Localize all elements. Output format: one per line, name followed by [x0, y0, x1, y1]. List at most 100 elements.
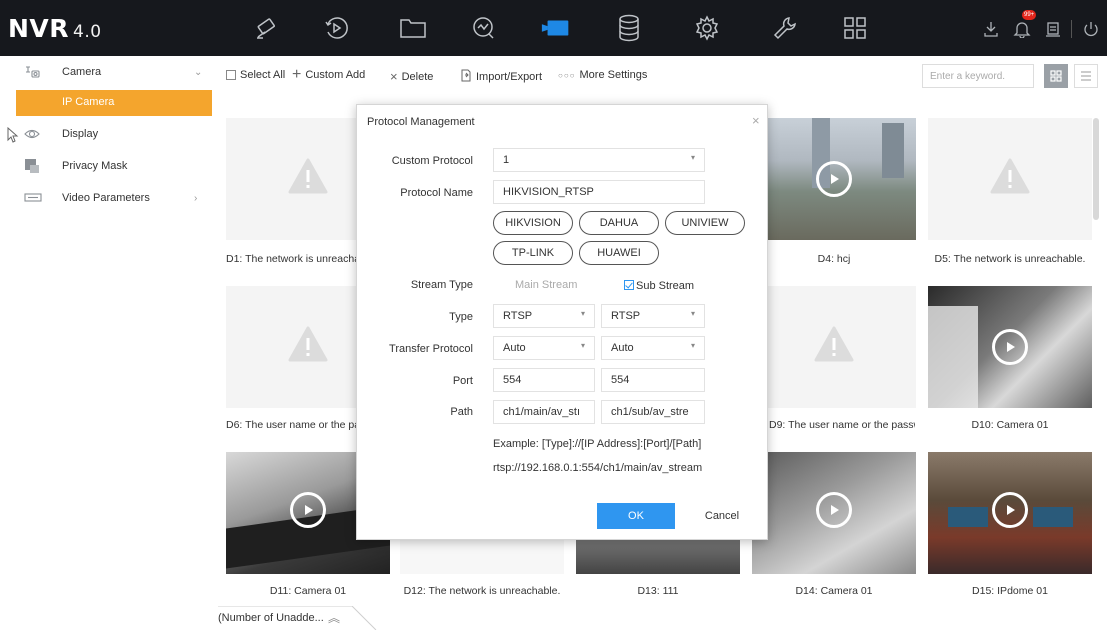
- sidebar-item-privacy-mask[interactable]: Privacy Mask: [0, 154, 218, 178]
- monitor-shape: [948, 507, 988, 527]
- more-settings-label: More Settings: [579, 69, 648, 81]
- live-view-icon[interactable]: [250, 12, 284, 44]
- chevron-down-icon: ⌄: [194, 66, 203, 78]
- notification-bell-icon[interactable]: [1013, 20, 1031, 39]
- path-sub-input[interactable]: ch1/sub/av_stre: [601, 400, 705, 424]
- custom-add-label: Custom Add: [305, 69, 366, 81]
- sidebar-item-label: Privacy Mask: [62, 160, 128, 172]
- port-label: Port: [452, 375, 473, 387]
- toolbar: Select All + Custom Add × Delete Import/…: [218, 56, 1107, 96]
- protocol-management-dialog: Protocol Management × Custom Protocol 1 …: [356, 104, 768, 540]
- maintenance-icon[interactable]: [768, 12, 802, 44]
- camera-icon[interactable]: [540, 12, 574, 44]
- chevron-down-icon: ▾: [690, 341, 695, 350]
- sidebar-item-display[interactable]: Display: [0, 122, 218, 146]
- sidebar-item-camera[interactable]: Camera ⌄: [0, 60, 218, 84]
- more-settings-button[interactable]: ○○○ More Settings: [558, 69, 647, 81]
- select-all-label: Select All: [240, 69, 286, 81]
- dialog-title: Protocol Management: [367, 116, 475, 128]
- custom-protocol-label: Custom Protocol: [391, 155, 473, 167]
- download-icon[interactable]: [982, 20, 1000, 38]
- sub-stream-checkbox[interactable]: Sub Stream: [624, 279, 694, 292]
- play-icon[interactable]: [290, 492, 326, 528]
- chevron-down-icon: ▾: [580, 341, 585, 350]
- camera-tile-d14[interactable]: [752, 452, 916, 574]
- camera-label: D13: 111: [637, 585, 679, 597]
- type-main-value: RTSP: [503, 310, 533, 322]
- power-icon[interactable]: [1082, 20, 1100, 38]
- ok-button[interactable]: OK: [597, 503, 675, 529]
- import-export-button[interactable]: Import/Export: [460, 69, 542, 85]
- chevron-down-icon: ▾: [580, 309, 585, 318]
- protocol-name-label: Protocol Name: [400, 187, 473, 199]
- camera-label: D9: The user name or the password is inc…: [769, 419, 915, 431]
- play-icon[interactable]: [992, 492, 1028, 528]
- search-input[interactable]: Enter a keyword.: [922, 64, 1034, 88]
- camera-label: D5: The network is unreachable.: [934, 253, 1086, 265]
- preset-tplink-button[interactable]: TP-LINK: [493, 241, 573, 265]
- example-format-text: Example: [Type]://[IP Address]:[Port]/[P…: [493, 438, 702, 450]
- warning-icon: [990, 158, 1030, 194]
- type-sub-select[interactable]: RTSP ▾: [601, 304, 705, 328]
- plus-icon: +: [292, 66, 302, 83]
- protocol-name-input[interactable]: HIKVISION_RTSP: [493, 180, 705, 204]
- port-sub-input[interactable]: 554: [601, 368, 705, 392]
- video-parameters-icon: [24, 190, 42, 206]
- type-sub-value: RTSP: [611, 310, 641, 322]
- camera-tile-d10[interactable]: [928, 286, 1092, 408]
- preset-dahua-button[interactable]: DAHUA: [579, 211, 659, 235]
- camera-icon: [24, 64, 40, 80]
- notification-badge: 99+: [1022, 10, 1037, 20]
- camera-label: D14: Camera 01: [795, 585, 873, 597]
- menu-icon[interactable]: [838, 12, 872, 44]
- scene-shape: [928, 306, 978, 408]
- preset-uniview-button[interactable]: UNIVIEW: [665, 211, 745, 235]
- warning-icon: [288, 158, 328, 194]
- camera-tile-d5[interactable]: [928, 118, 1092, 240]
- smart-analysis-icon[interactable]: [466, 12, 500, 44]
- cancel-button[interactable]: Cancel: [683, 503, 761, 529]
- delete-button[interactable]: × Delete: [390, 69, 433, 84]
- checkbox-checked-icon[interactable]: [624, 280, 634, 290]
- transfer-main-select[interactable]: Auto ▾: [493, 336, 595, 360]
- custom-protocol-select[interactable]: 1 ▾: [493, 148, 705, 172]
- camera-tile-d4[interactable]: [752, 118, 916, 240]
- main-stream-option[interactable]: Main Stream: [515, 279, 577, 291]
- unadded-devices-tab[interactable]: (Number of Unadde... ︽: [218, 606, 378, 630]
- sidebar-item-ip-camera[interactable]: IP Camera: [16, 90, 212, 116]
- nvr-logo: NVR 4.0: [8, 14, 102, 43]
- type-label: Type: [449, 311, 473, 323]
- file-management-icon[interactable]: [396, 12, 430, 44]
- checkbox-box[interactable]: [226, 70, 236, 80]
- playback-icon[interactable]: [319, 12, 353, 44]
- preset-hikvision-button[interactable]: HIKVISION: [493, 211, 573, 235]
- camera-tile-d9[interactable]: [752, 286, 916, 408]
- camera-label: D6: The user name or the password is inc…: [226, 419, 356, 431]
- warning-icon: [814, 326, 854, 362]
- grid-view-button[interactable]: [1044, 64, 1068, 88]
- type-main-select[interactable]: RTSP ▾: [493, 304, 595, 328]
- close-icon: ×: [390, 69, 398, 84]
- configuration-icon[interactable]: [690, 12, 724, 44]
- play-icon[interactable]: [816, 161, 852, 197]
- port-main-input[interactable]: 554: [493, 368, 595, 392]
- sidebar-item-video-parameters[interactable]: Video Parameters ›: [0, 186, 218, 210]
- scrollbar[interactable]: [1093, 118, 1099, 220]
- list-view-button[interactable]: [1074, 64, 1098, 88]
- monitor-shape: [1033, 507, 1073, 527]
- storage-icon[interactable]: [612, 12, 646, 44]
- camera-tile-d15[interactable]: [928, 452, 1092, 574]
- play-icon[interactable]: [816, 492, 852, 528]
- transfer-sub-select[interactable]: Auto ▾: [601, 336, 705, 360]
- select-all-checkbox[interactable]: Select All: [226, 69, 285, 81]
- close-icon[interactable]: ×: [752, 113, 760, 128]
- list-view-icon: [1081, 71, 1091, 81]
- custom-add-button[interactable]: + Custom Add: [292, 66, 366, 83]
- camera-label: D1: The network is unreachable.: [226, 253, 356, 265]
- play-icon[interactable]: [992, 329, 1028, 365]
- sidebar-item-label: Display: [62, 128, 99, 140]
- user-lock-icon[interactable]: [1044, 20, 1062, 38]
- path-main-input[interactable]: ch1/main/av_stı: [493, 400, 595, 424]
- transfer-protocol-label: Transfer Protocol: [389, 343, 473, 355]
- preset-huawei-button[interactable]: HUAWEI: [579, 241, 659, 265]
